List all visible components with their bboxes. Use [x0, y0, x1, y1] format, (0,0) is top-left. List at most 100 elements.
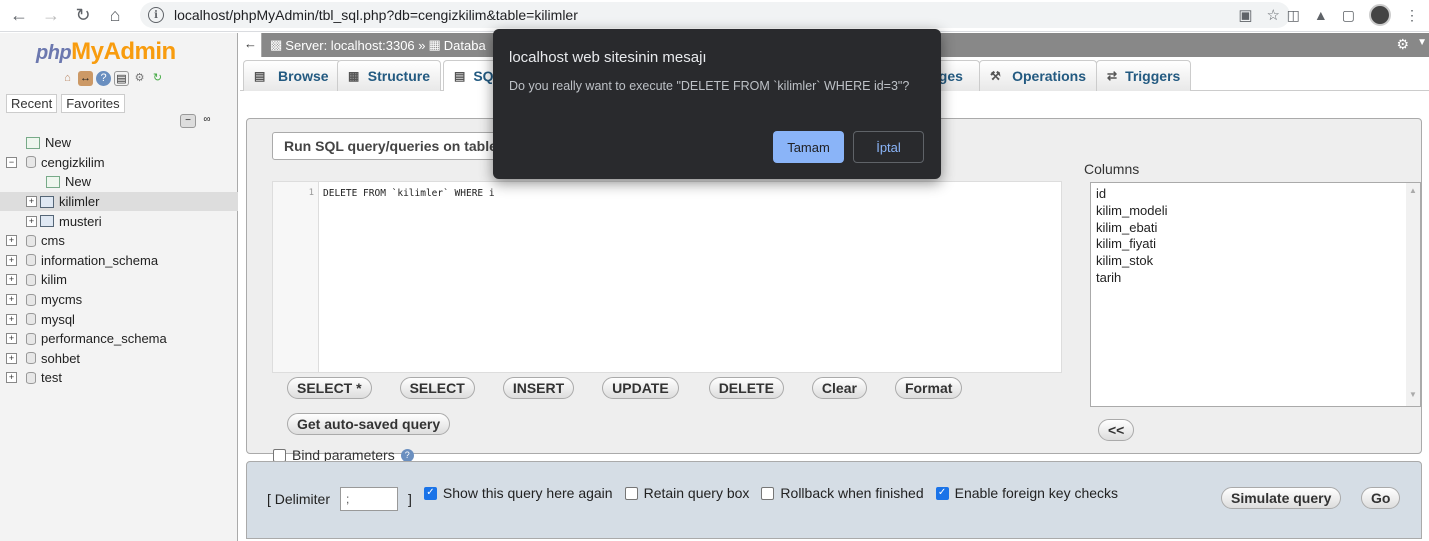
- cancel-button[interactable]: İptal: [853, 131, 924, 163]
- menu-toggle-icon[interactable]: ▼: [1417, 37, 1427, 48]
- drive-icon[interactable]: ▲: [1314, 7, 1328, 23]
- extension-icon[interactable]: ◫: [1287, 7, 1300, 24]
- delete-button[interactable]: DELETE: [708, 377, 784, 399]
- breadcrumb-server[interactable]: Server: localhost:3306 »: [285, 38, 425, 53]
- tree-item-musteri[interactable]: + musteri: [0, 211, 238, 231]
- url-text[interactable]: localhost/phpMyAdmin/tbl_sql.php?db=ceng…: [174, 7, 578, 23]
- back-icon[interactable]: ←: [6, 3, 32, 29]
- tree-item-cengizkilim[interactable]: − cengizkilim: [0, 153, 238, 173]
- foreign-keys-checkbox[interactable]: ✓: [935, 486, 949, 500]
- menu-kebab-icon[interactable]: ⋮: [1405, 7, 1419, 24]
- retain-box-label[interactable]: Retain query box: [644, 485, 750, 501]
- profile-avatar[interactable]: [1369, 4, 1391, 26]
- expand-icon[interactable]: +: [26, 215, 37, 227]
- delimiter-input[interactable]: ;: [340, 487, 399, 511]
- tab-triggers[interactable]: ⇄ Triggers: [1096, 60, 1191, 91]
- retain-box-checkbox[interactable]: [624, 486, 638, 500]
- tab-structure[interactable]: ▦ Structure: [337, 60, 441, 91]
- database-icon: [26, 352, 36, 365]
- address-bar[interactable]: i localhost/phpMyAdmin/tbl_sql.php?db=ce…: [140, 2, 1290, 28]
- column-option[interactable]: id: [1096, 186, 1415, 203]
- link-icon[interactable]: ∞: [199, 114, 215, 128]
- tree-item-new-table[interactable]: New: [0, 172, 238, 192]
- tree-item-cms[interactable]: + cms: [0, 231, 238, 251]
- tree-item-kilim[interactable]: + kilim: [0, 270, 238, 290]
- favorites-tab[interactable]: Favorites: [61, 94, 125, 113]
- get-autosaved-query-button[interactable]: Get auto-saved query: [287, 413, 451, 435]
- phpmyadmin-logo[interactable]: phpMyAdmin: [36, 38, 176, 66]
- tab-browse[interactable]: ▤ Browse: [243, 60, 341, 91]
- clear-button[interactable]: Clear: [811, 377, 867, 399]
- expand-icon[interactable]: +: [6, 294, 17, 306]
- select-button[interactable]: SELECT: [399, 377, 475, 399]
- settings-gear-icon[interactable]: ⚙: [132, 71, 147, 86]
- extension-icon-2[interactable]: ▢: [1342, 7, 1355, 24]
- tree-item-test[interactable]: + test: [0, 368, 238, 388]
- info-icon[interactable]: i: [148, 7, 164, 23]
- expand-icon[interactable]: +: [6, 313, 17, 325]
- columns-list[interactable]: id kilim_modeli kilim_ebati kilim_fiyati…: [1090, 182, 1421, 407]
- columns-scrollbar[interactable]: ▲ ▼: [1406, 183, 1420, 406]
- expand-icon[interactable]: +: [6, 333, 17, 345]
- collapse-icon[interactable]: −: [6, 156, 17, 168]
- wrench-icon: ⚒: [990, 69, 1001, 83]
- help-icon[interactable]: ?: [400, 448, 414, 462]
- update-button[interactable]: UPDATE: [602, 377, 679, 399]
- docs-icon[interactable]: ▤: [114, 71, 129, 86]
- database-icon: [26, 371, 36, 384]
- foreign-keys-label[interactable]: Enable foreign key checks: [955, 485, 1118, 501]
- bookmark-star-icon[interactable]: ☆: [1267, 6, 1280, 24]
- select-star-button[interactable]: SELECT *: [287, 377, 372, 399]
- breadcrumb-database[interactable]: Databa: [444, 38, 486, 53]
- home-icon[interactable]: ⌂: [102, 3, 128, 29]
- tree-item-kilimler[interactable]: + kilimler: [0, 191, 238, 212]
- tree-item-new[interactable]: New: [0, 133, 238, 153]
- reload-icon[interactable]: ↻: [70, 3, 96, 29]
- translate-icon[interactable]: ▣: [1238, 6, 1252, 24]
- show-query-label[interactable]: Show this query here again: [443, 485, 613, 501]
- rollback-label[interactable]: Rollback when finished: [780, 485, 923, 501]
- database-icon: [26, 313, 36, 326]
- expand-icon[interactable]: +: [26, 196, 37, 208]
- bind-parameters-checkbox[interactable]: [273, 448, 286, 462]
- new-database-icon: [26, 136, 40, 149]
- help-icon[interactable]: ?: [96, 71, 111, 86]
- insert-column-button[interactable]: <<: [1098, 419, 1135, 441]
- column-option[interactable]: kilim_modeli: [1096, 203, 1415, 220]
- expand-icon[interactable]: +: [6, 372, 17, 384]
- column-option[interactable]: tarih: [1096, 270, 1415, 287]
- expand-icon[interactable]: +: [6, 352, 17, 364]
- back-arrow-icon[interactable]: ←: [240, 33, 262, 57]
- collapse-all-icon[interactable]: −: [180, 114, 196, 128]
- sql-query-text[interactable]: DELETE FROM `kilimler` WHERE i: [323, 188, 495, 199]
- column-option[interactable]: kilim_ebati: [1096, 220, 1415, 237]
- go-button[interactable]: Go: [1361, 487, 1401, 509]
- tree-item-performance-schema[interactable]: + performance_schema: [0, 329, 238, 349]
- insert-button[interactable]: INSERT: [502, 377, 575, 399]
- format-button[interactable]: Format: [894, 377, 963, 399]
- expand-icon[interactable]: +: [6, 274, 17, 286]
- tree-item-sohbet[interactable]: + sohbet: [0, 349, 238, 369]
- recent-tab[interactable]: Recent: [6, 94, 58, 113]
- column-option[interactable]: kilim_stok: [1096, 253, 1415, 270]
- ok-button[interactable]: Tamam: [773, 131, 844, 163]
- forward-icon[interactable]: →: [38, 3, 64, 29]
- sql-editor[interactable]: 1 DELETE FROM `kilimler` WHERE i: [272, 181, 1062, 373]
- logout-icon[interactable]: ↔: [78, 71, 93, 86]
- simulate-query-button[interactable]: Simulate query: [1221, 487, 1342, 509]
- table-icon: [40, 215, 54, 228]
- structure-icon: ▦: [348, 69, 360, 83]
- settings-gear-icon[interactable]: ⚙: [1396, 36, 1409, 53]
- expand-icon[interactable]: +: [6, 254, 17, 266]
- rollback-checkbox[interactable]: [761, 486, 775, 500]
- tree-item-mysql[interactable]: + mysql: [0, 309, 238, 329]
- home-icon[interactable]: ⌂: [60, 71, 75, 86]
- triggers-icon: ⇄: [1107, 69, 1118, 83]
- reload-icon[interactable]: ↻: [150, 71, 165, 86]
- tab-operations[interactable]: ⚒ Operations: [979, 60, 1097, 91]
- show-query-checkbox[interactable]: ✓: [423, 486, 437, 500]
- tree-item-information-schema[interactable]: + information_schema: [0, 251, 238, 271]
- tree-item-mycms[interactable]: + mycms: [0, 290, 238, 310]
- expand-icon[interactable]: +: [6, 235, 17, 247]
- column-option[interactable]: kilim_fiyati: [1096, 236, 1415, 253]
